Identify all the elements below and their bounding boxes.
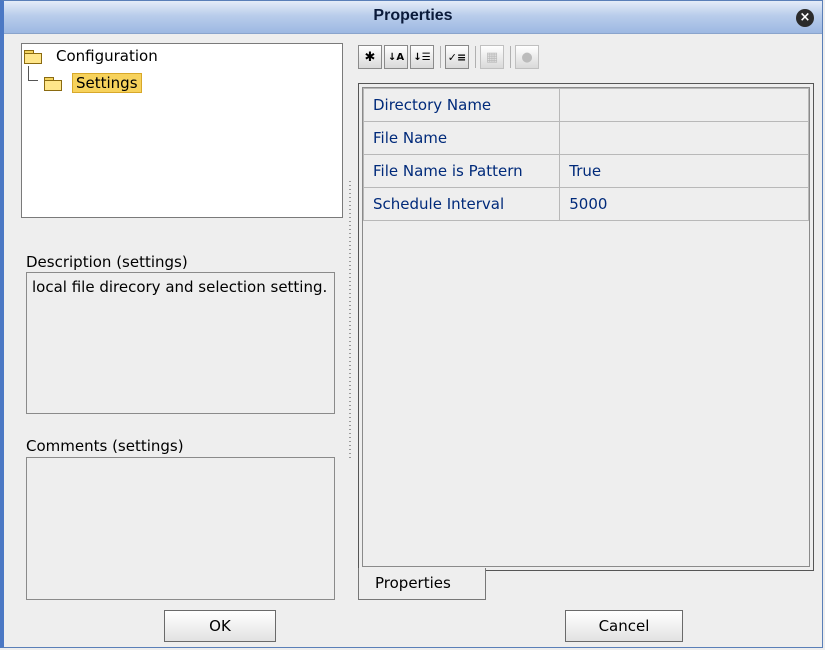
table-row[interactable]: File Name is Pattern True <box>362 154 809 188</box>
properties-dialog: Properties × Configuration Settings Desc… <box>0 0 823 648</box>
tree-item-label: Settings <box>72 73 142 93</box>
expand-icon[interactable]: ✱ <box>358 45 382 69</box>
tree-connector <box>28 66 29 80</box>
table-row[interactable]: Directory Name <box>362 88 809 122</box>
property-name: Schedule Interval <box>362 187 561 221</box>
close-icon[interactable]: × <box>796 9 814 27</box>
dialog-title: Properties <box>373 7 453 24</box>
description-text[interactable]: local file direcory and selection settin… <box>26 272 335 414</box>
splitter-handle[interactable] <box>349 181 351 461</box>
comments-label: Comments (settings) <box>26 437 184 455</box>
comments-text[interactable] <box>26 457 335 600</box>
table-row[interactable]: File Name <box>362 121 809 155</box>
folder-icon <box>24 49 42 64</box>
property-table: Directory Name File Name File Name is Pa… <box>362 88 809 221</box>
property-name: File Name <box>362 121 561 155</box>
property-name: Directory Name <box>362 88 561 122</box>
cancel-button[interactable]: Cancel <box>565 610 683 642</box>
description-label: Description (settings) <box>26 253 188 271</box>
tree-item-settings[interactable]: Settings <box>44 73 142 93</box>
toolbar-separator <box>475 46 476 68</box>
toolbar-separator <box>440 46 441 68</box>
tree-item-configuration[interactable]: Configuration <box>24 47 158 65</box>
tree-item-label: Configuration <box>56 47 158 65</box>
tab-properties[interactable]: Properties <box>358 568 486 600</box>
ok-button[interactable]: OK <box>164 610 276 642</box>
sort-category-icon[interactable]: ↓☰ <box>410 45 434 69</box>
help-icon[interactable]: ● <box>515 45 539 69</box>
toolbar-separator <box>510 46 511 68</box>
configuration-tree[interactable]: Configuration Settings <box>21 43 343 218</box>
tree-connector <box>28 80 38 81</box>
property-value[interactable]: True <box>559 154 809 188</box>
grid-icon[interactable]: ▦ <box>480 45 504 69</box>
title-bar[interactable]: Properties × <box>4 1 822 34</box>
folder-icon <box>44 76 62 91</box>
sort-az-icon[interactable]: ↓A <box>384 45 408 69</box>
table-row[interactable]: Schedule Interval 5000 <box>362 187 809 221</box>
property-toolbar: ✱ ↓A ↓☰ ✓≡ ▦ ● <box>358 45 541 69</box>
property-sheet: Directory Name File Name File Name is Pa… <box>358 83 814 571</box>
property-name: File Name is Pattern <box>362 154 561 188</box>
filter-list-icon[interactable]: ✓≡ <box>445 45 469 69</box>
property-value[interactable] <box>559 121 809 155</box>
property-value[interactable] <box>559 88 809 122</box>
property-grid: Directory Name File Name File Name is Pa… <box>362 87 810 567</box>
property-value[interactable]: 5000 <box>559 187 809 221</box>
